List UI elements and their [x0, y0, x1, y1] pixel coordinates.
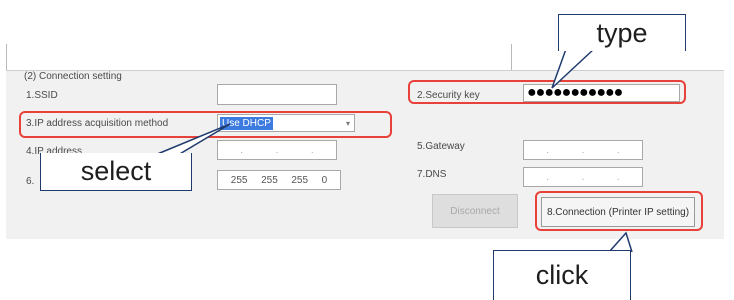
ip-separator: . [581, 144, 585, 156]
subnet-octet: 255 [261, 174, 278, 186]
dns-input[interactable]: . . . [523, 167, 643, 187]
section-title: (2) Connection setting [24, 71, 122, 82]
ip-separator: . [546, 171, 550, 183]
ip-address-input[interactable]: . . . [217, 140, 337, 160]
ip-separator: . [275, 144, 279, 156]
subnet-octet: 255 [291, 174, 309, 186]
ip-separator: . [616, 144, 620, 156]
ssid-input[interactable] [217, 84, 337, 105]
ip-separator: . [581, 171, 585, 183]
select-callout: select [40, 153, 192, 191]
ip-method-highlight [19, 111, 392, 138]
subnet-mask-input[interactable]: 255 255 255 0 [217, 170, 341, 190]
subnet-label: 6. [26, 176, 35, 187]
ip-separator: . [240, 144, 244, 156]
ip-separator: . [546, 144, 550, 156]
disconnect-button[interactable]: Disconnect [432, 194, 518, 228]
type-callout: type [558, 14, 686, 51]
subnet-octet: 0 [321, 174, 328, 186]
gateway-label: 5.Gateway [417, 141, 465, 152]
security-key-highlight [408, 80, 686, 104]
subnet-octet: 255 [230, 174, 248, 186]
click-callout: click [493, 250, 631, 300]
dns-label: 7.DNS [417, 169, 447, 180]
ip-separator: . [310, 144, 314, 156]
ssid-label: 1.SSID [26, 90, 58, 101]
ip-separator: . [616, 171, 620, 183]
gateway-input[interactable]: . . . [523, 140, 643, 160]
connection-button-highlight [535, 191, 703, 231]
